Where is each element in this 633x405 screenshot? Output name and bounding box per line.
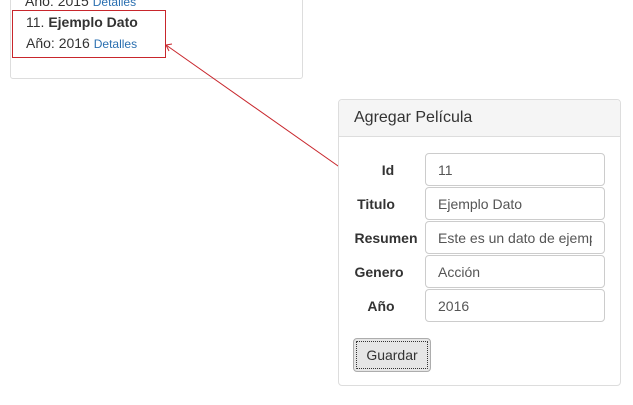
- id-input[interactable]: [425, 153, 605, 186]
- resumen-input[interactable]: [425, 221, 605, 254]
- panel-heading: Agregar Película: [339, 100, 620, 137]
- id-label: Id: [381, 162, 395, 178]
- anio-input[interactable]: [425, 289, 605, 322]
- genero-label: Genero: [354, 264, 404, 280]
- titulo-input[interactable]: [425, 187, 605, 220]
- anio-label: Año: [367, 298, 395, 314]
- genero-input[interactable]: [425, 255, 605, 288]
- titulo-label: Titulo: [357, 196, 395, 212]
- resumen-label: Resumen: [354, 230, 418, 246]
- save-button[interactable]: Guardar: [353, 338, 431, 372]
